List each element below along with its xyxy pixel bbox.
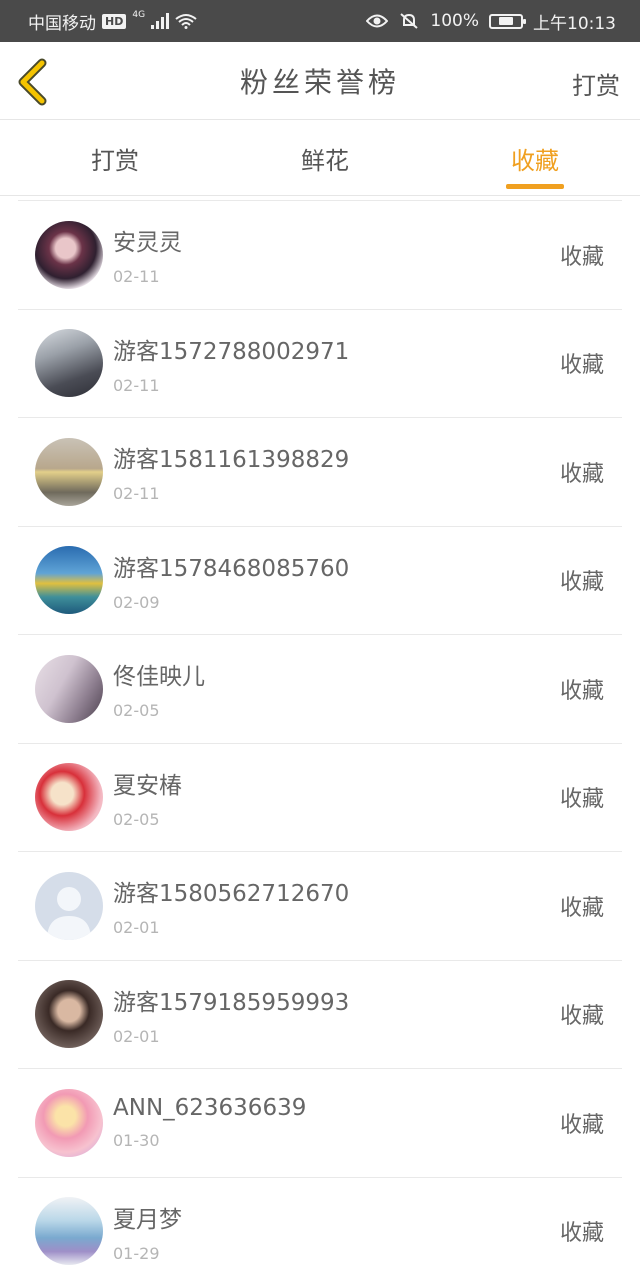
tab-bar: 打赏 鲜花 收藏 (0, 121, 640, 196)
eye-icon (366, 14, 389, 28)
item-date: 02-11 (113, 484, 160, 504)
status-bar: 中国移动 HD 4G 100% 上午10:13 (0, 0, 640, 42)
bell-off-icon (400, 13, 419, 29)
user-name: 夏月梦 (113, 1206, 182, 1233)
network-type: 4G (132, 10, 146, 20)
item-action: 收藏 (559, 678, 604, 704)
item-action: 收藏 (559, 787, 604, 813)
avatar (35, 1088, 103, 1157)
battery-icon (489, 13, 526, 29)
list-item[interactable]: 游客1580562712670 02-01 收藏 (18, 852, 622, 961)
battery-percent: 100% (430, 11, 479, 31)
item-action: 收藏 (559, 895, 604, 921)
item-date: 02-01 (113, 918, 160, 938)
hd-badge: HD (102, 13, 127, 29)
user-name: 游客1581161398829 (113, 447, 350, 474)
item-date: 02-11 (113, 375, 160, 395)
list-item[interactable]: 游客1572788002971 02-11 收藏 (18, 310, 622, 418)
default-avatar-icon (35, 871, 103, 940)
avatar (35, 763, 103, 832)
carrier-label: 中国移动 (28, 13, 96, 34)
avatar (35, 220, 103, 289)
list-item[interactable]: 夏安椿 02-05 收藏 (18, 744, 622, 852)
user-name: 游客1578468085760 (113, 555, 350, 582)
app-header: 粉丝荣誉榜 打赏 (0, 42, 640, 120)
item-date: 01-30 (113, 1131, 160, 1151)
back-arrow-icon[interactable] (16, 58, 50, 106)
tab-tip[interactable]: 打赏 (0, 121, 220, 195)
avatar (35, 1197, 103, 1266)
page-title: 粉丝荣誉榜 (239, 65, 400, 99)
item-date: 01-29 (113, 1243, 160, 1263)
wifi-icon (175, 14, 197, 29)
list-item[interactable]: 游客1578468085760 02-09 收藏 (18, 527, 622, 635)
item-action: 收藏 (559, 1112, 604, 1138)
user-name: 夏安椿 (113, 772, 182, 799)
avatar (35, 546, 103, 615)
avatar (35, 980, 103, 1049)
avatar (35, 437, 103, 506)
list-item[interactable]: 游客1579185959993 02-01 收藏 (18, 961, 622, 1069)
item-action: 收藏 (559, 1004, 604, 1030)
signal-icon (151, 13, 170, 29)
list-item[interactable]: 游客1581161398829 02-11 收藏 (18, 418, 622, 527)
item-action: 收藏 (559, 461, 604, 487)
tab-favorites[interactable]: 收藏 (430, 121, 640, 195)
list-item[interactable]: ANN_623636639 01-30 收藏 (18, 1069, 622, 1178)
user-name: ANN_623636639 (113, 1095, 307, 1122)
list-item[interactable]: 夏月梦 01-29 收藏 (18, 1178, 622, 1280)
item-action: 收藏 (559, 244, 604, 270)
fan-list: 安灵灵 02-11 收藏 游客1572788002971 02-11 收藏 游客… (18, 200, 622, 1280)
item-action: 收藏 (559, 1221, 604, 1247)
item-date: 02-09 (113, 592, 160, 612)
user-name: 安灵灵 (113, 230, 182, 257)
user-name: 游客1579185959993 (113, 989, 350, 1016)
user-name: 佟佳映儿 (113, 664, 205, 691)
item-date: 02-01 (113, 1026, 160, 1046)
item-date: 02-05 (113, 701, 160, 721)
item-date: 02-11 (113, 267, 160, 287)
list-item[interactable]: 佟佳映儿 02-05 收藏 (18, 635, 622, 744)
list-item[interactable]: 安灵灵 02-11 收藏 (18, 201, 622, 310)
avatar (35, 654, 103, 723)
tip-button[interactable]: 打赏 (572, 66, 620, 101)
user-name: 游客1572788002971 (113, 338, 350, 365)
avatar (35, 329, 103, 398)
clock: 上午10:13 (533, 13, 616, 34)
user-name: 游客1580562712670 (113, 881, 350, 908)
item-action: 收藏 (559, 353, 604, 379)
tab-flowers[interactable]: 鲜花 (220, 121, 430, 195)
item-action: 收藏 (559, 570, 604, 596)
item-date: 02-05 (113, 809, 160, 829)
